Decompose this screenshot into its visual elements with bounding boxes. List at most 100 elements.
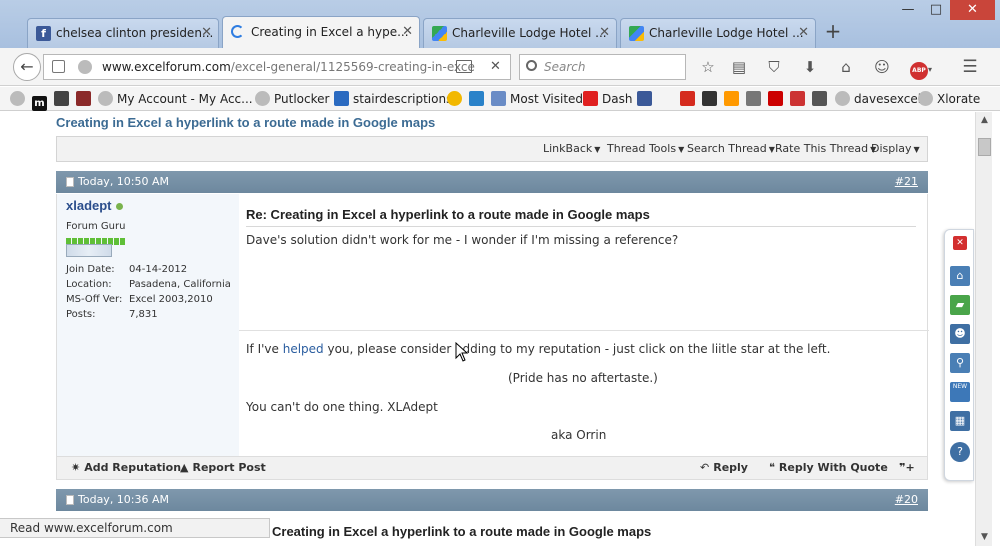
bookmark-label: My Account - My Acc... — [117, 92, 253, 106]
sig-text: you, please consider adding to my reputa… — [323, 342, 831, 356]
display-menu[interactable]: Display ▼ — [871, 137, 920, 162]
tab-charleville-2[interactable]: Charleville Lodge Hotel ... ✕ — [620, 18, 816, 48]
post-number-link[interactable]: #20 — [895, 489, 918, 511]
search-placeholder: Search — [544, 60, 586, 74]
address-bar[interactable]: www.excelforum.com/excel-general/1125569… — [43, 54, 511, 80]
book-icon — [54, 91, 69, 106]
bookmark-db[interactable] — [812, 90, 831, 108]
posts-count-row: Posts: 7,831 — [66, 309, 158, 320]
close-window-button[interactable]: ✕ — [950, 0, 995, 20]
bookmark-canada[interactable] — [680, 90, 699, 108]
post-actions-bar: ✷ Add Reputation ▲ Report Post ↶ Reply ❝ Rep… — [56, 456, 928, 480]
signature-cant-line: You can't do one thing. XLAdept — [246, 400, 438, 414]
adblock-icon[interactable]: ABP ▾ — [907, 57, 935, 80]
tab-chelsea[interactable]: f chelsea clinton presiden... ✕ — [27, 18, 219, 48]
pocket-icon[interactable]: ⛉ — [764, 57, 784, 77]
add-reputation-button[interactable]: ✷ Add Reputation — [71, 457, 181, 479]
tab-excel-forum[interactable]: Creating in Excel a hype... ✕ — [222, 16, 420, 48]
close-tab-icon[interactable]: ✕ — [201, 19, 212, 47]
page-content: Creating in Excel a hyperlink to a route… — [0, 112, 975, 546]
thread-title[interactable]: Creating in Excel a hyperlink to a route… — [56, 115, 435, 130]
reader-view-icon[interactable] — [456, 60, 472, 73]
new-tab-button[interactable]: + — [822, 20, 844, 42]
back-button[interactable]: ← — [13, 53, 41, 81]
bookmark-d[interactable] — [469, 90, 488, 108]
facebook-icon: f — [36, 26, 51, 41]
tab-label: chelsea clinton presiden... — [56, 26, 214, 40]
search-box[interactable]: Search — [519, 54, 686, 80]
bookmark-flag[interactable] — [702, 90, 721, 108]
thread-tools-menu[interactable]: Thread Tools ▼ — [607, 137, 684, 162]
bookmarks-menu-icon[interactable]: ▤ — [729, 57, 749, 77]
scroll-up-arrow-icon[interactable]: ▲ — [976, 112, 993, 129]
globe-icon[interactable] — [78, 60, 92, 74]
rank-badge-icon — [66, 244, 112, 257]
bookmark-m[interactable]: m — [32, 90, 51, 111]
facebook-icon — [637, 91, 652, 106]
scroll-thumb[interactable] — [978, 138, 991, 156]
report-post-button[interactable]: ▲ Report Post — [180, 457, 266, 479]
bookmark-book[interactable] — [54, 90, 73, 108]
x-icon — [746, 91, 761, 106]
reply-with-quote-button[interactable]: ❝ Reply With Quote — [769, 457, 888, 479]
bookmark-x[interactable] — [746, 90, 765, 108]
close-icon[interactable]: ✕ — [953, 236, 967, 250]
reply-arrow-icon: ↶ — [700, 461, 710, 474]
minimize-button[interactable]: — — [894, 0, 922, 20]
bookmark-globe[interactable] — [10, 90, 29, 108]
multi-quote-button[interactable]: ❞+ — [899, 457, 915, 479]
helped-link[interactable]: helped — [283, 342, 324, 356]
ms-off-ver-row: MS-Off Ver: Excel 2003,2010 — [66, 294, 213, 305]
search-icon[interactable]: ⚲ — [950, 353, 970, 373]
bookmark-facebook[interactable] — [637, 90, 656, 108]
clear-url-icon[interactable]: ✕ — [490, 55, 501, 79]
close-tab-icon[interactable]: ✕ — [599, 19, 610, 47]
list-icon — [491, 91, 506, 106]
maximize-button[interactable]: □ — [922, 0, 950, 20]
tab-charleville-1[interactable]: Charleville Lodge Hotel ... ✕ — [423, 18, 617, 48]
home-icon[interactable]: ⌂ — [950, 266, 970, 286]
help-icon[interactable]: ? — [950, 442, 970, 462]
whats-new-icon[interactable]: NEW — [950, 382, 970, 402]
close-tab-icon[interactable]: ✕ — [798, 19, 809, 47]
action-label: Add Reputation — [84, 461, 182, 474]
youtube-icon — [583, 91, 598, 106]
info-label: Location: — [66, 279, 112, 290]
post-number-link[interactable]: #21 — [895, 171, 918, 193]
menu-label: Thread Tools — [607, 142, 677, 155]
download-icon[interactable]: ⬇ — [800, 57, 820, 77]
url-path: /excel-general/1125569-creating-in-exce — [230, 60, 475, 74]
bookmark-gift[interactable] — [790, 90, 809, 108]
bookmark-stairdescriptions[interactable]: stairdescriptions — [334, 90, 452, 108]
bookmark-red[interactable] — [76, 90, 95, 108]
scroll-down-arrow-icon[interactable]: ▼ — [976, 529, 993, 546]
bookmark-davesexcel[interactable]: davesexcel — [835, 90, 921, 108]
divider — [246, 226, 916, 227]
bookmark-putlocker[interactable]: Putlocker — [255, 90, 329, 108]
smiley-icon[interactable]: ☺ — [872, 57, 892, 77]
bookmark-star[interactable] — [447, 90, 466, 108]
search-thread-menu[interactable]: Search Thread ▼ — [687, 137, 775, 162]
close-tab-icon[interactable]: ✕ — [402, 17, 413, 47]
vertical-scrollbar[interactable]: ▲ ▼ — [975, 112, 992, 546]
bookmark-dash[interactable]: Dash — [583, 90, 632, 108]
page-info-icon[interactable] — [52, 60, 65, 73]
bookmark-amazon[interactable] — [724, 90, 743, 108]
linkback-menu[interactable]: LinkBack ▼ — [543, 137, 600, 162]
rate-thread-menu[interactable]: Rate This Thread ▼ — [775, 137, 876, 162]
calendar-icon[interactable]: ▦ — [950, 411, 970, 431]
globe-icon — [835, 91, 850, 106]
user-info-panel: xladept Forum Guru Join Date: 04-14-2012 … — [57, 194, 239, 456]
bookmark-label: Xlorate — [937, 92, 981, 106]
user-icon[interactable]: ☻ — [950, 324, 970, 344]
chat-icon[interactable]: ▰ — [950, 295, 970, 315]
hamburger-menu-icon[interactable]: ☰ — [960, 57, 980, 77]
bookmark-xlorate[interactable]: Xlorate — [918, 90, 980, 108]
home-icon[interactable]: ⌂ — [836, 57, 856, 77]
bookmark-my-account[interactable]: My Account - My Acc... — [98, 90, 253, 108]
bookmark-most-visited[interactable]: Most Visited — [491, 90, 583, 108]
bookmark-cross[interactable] — [768, 90, 787, 108]
username-link[interactable]: xladept — [66, 198, 112, 213]
reply-button[interactable]: ↶ Reply — [700, 457, 748, 479]
bookmark-star-icon[interactable]: ☆ — [698, 57, 718, 77]
